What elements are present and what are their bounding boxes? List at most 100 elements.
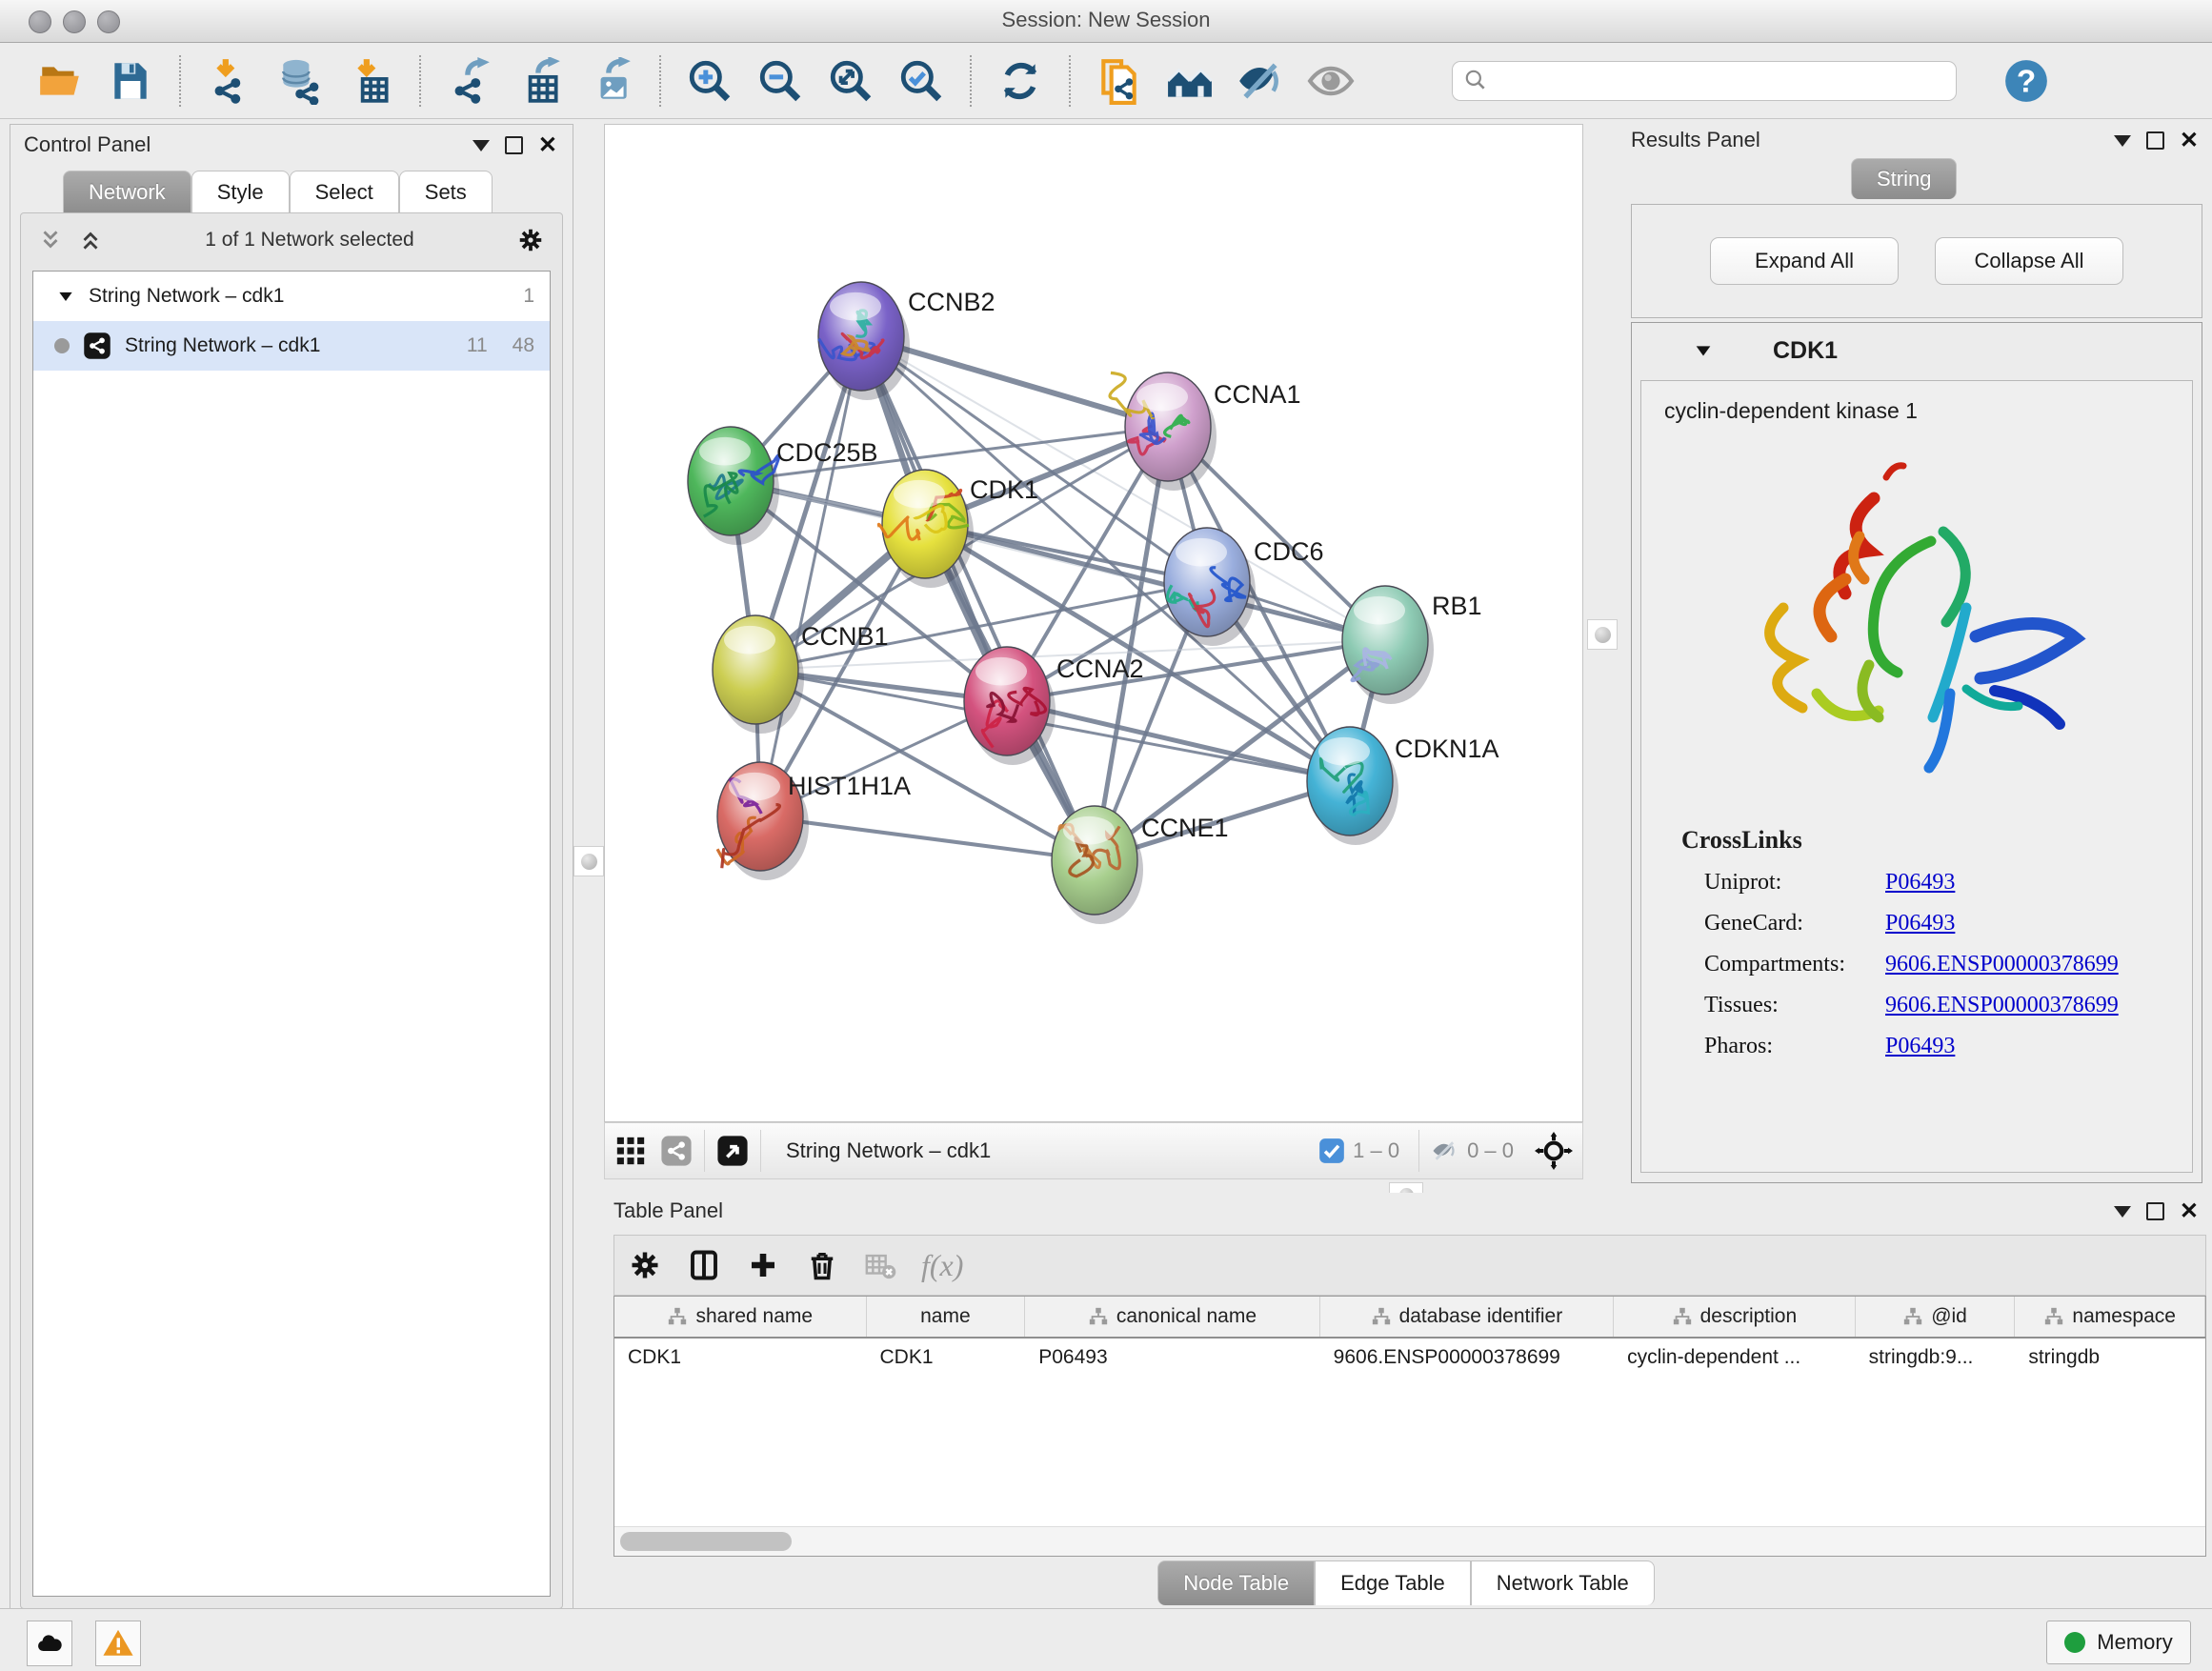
- tree-expand-triangle-icon[interactable]: [56, 287, 75, 306]
- show-all-button[interactable]: [1303, 53, 1358, 109]
- panel-menu-icon[interactable]: [473, 140, 490, 151]
- panel-close-icon[interactable]: ✕: [2180, 133, 2199, 148]
- export-image-button[interactable]: [583, 53, 638, 109]
- cell[interactable]: CDK1: [867, 1346, 1026, 1369]
- left-splitter-handle[interactable]: [573, 846, 604, 876]
- collapse-all-chevrons-icon[interactable]: [38, 228, 63, 252]
- crosslink-link[interactable]: 9606.ENSP00000378699: [1885, 993, 2119, 1018]
- panel-float-icon[interactable]: [505, 136, 523, 154]
- export-table-button[interactable]: [513, 53, 568, 109]
- panel-menu-icon[interactable]: [2114, 135, 2131, 147]
- cell[interactable]: stringdb:9...: [1856, 1346, 2016, 1369]
- status-bar: Memory: [0, 1608, 2212, 1671]
- protein-section-header[interactable]: CDK1: [1632, 323, 2202, 378]
- delete-column-trash-icon[interactable]: [805, 1248, 839, 1282]
- panel-float-icon[interactable]: [2146, 131, 2164, 150]
- first-neighbors-button[interactable]: [1162, 53, 1217, 109]
- cloud-status-button[interactable]: [27, 1621, 72, 1666]
- network-options-gear-icon[interactable]: [516, 226, 545, 254]
- network-canvas[interactable]: CCNB2CCNA1CDC25BCDK1CDC6RB1CCNB1CCNA2CDK…: [604, 124, 1583, 1122]
- column-header-description[interactable]: description: [1614, 1297, 1856, 1337]
- edge-CCNB2-HIST1H1A[interactable]: [760, 336, 861, 816]
- results-actions: Expand All Collapse All: [1631, 204, 2202, 318]
- cell[interactable]: 9606.ENSP00000378699: [1320, 1346, 1614, 1369]
- network-status-dot-icon: [54, 338, 70, 353]
- cell[interactable]: stringdb: [2015, 1346, 2205, 1369]
- show-columns-icon[interactable]: [687, 1248, 721, 1282]
- import-table-from-file-button[interactable]: [343, 53, 398, 109]
- selected-checkbox-icon[interactable]: [1318, 1137, 1345, 1164]
- open-folder-icon: [36, 57, 84, 105]
- memory-status-dot-icon: [2064, 1632, 2085, 1653]
- column-header-shared-name[interactable]: shared name: [614, 1297, 867, 1337]
- network-view-mode-icon[interactable]: [660, 1135, 693, 1167]
- column-header--id[interactable]: @id: [1856, 1297, 2016, 1337]
- add-column-icon[interactable]: [746, 1248, 780, 1282]
- tab-network[interactable]: Network: [63, 171, 191, 213]
- panel-close-icon[interactable]: ✕: [538, 138, 557, 152]
- crosslink-link[interactable]: P06493: [1885, 911, 1955, 936]
- network-row-selected[interactable]: String Network – cdk1 11 48: [33, 321, 550, 371]
- node-label-CDC6: CDC6: [1254, 537, 1324, 566]
- cell[interactable]: P06493: [1025, 1346, 1319, 1369]
- collection-label: String Network – cdk1: [89, 285, 498, 308]
- warnings-button[interactable]: [95, 1621, 141, 1666]
- right-splitter-handle[interactable]: [1587, 619, 1618, 650]
- table-options-gear-icon[interactable]: [628, 1248, 662, 1282]
- crosslink-label: Compartments:: [1704, 952, 1885, 977]
- edge-HIST1H1A-CCNE1[interactable]: [760, 816, 1095, 860]
- tab-edge-table[interactable]: Edge Table: [1315, 1560, 1471, 1605]
- crosslink-link[interactable]: P06493: [1885, 1034, 1955, 1059]
- column-header-canonical-name[interactable]: canonical name: [1025, 1297, 1319, 1337]
- collapse-all-button[interactable]: Collapse All: [1935, 237, 2123, 285]
- tab-sets[interactable]: Sets: [399, 171, 493, 213]
- panel-menu-icon[interactable]: [2114, 1206, 2131, 1218]
- import-network-from-database-button[interactable]: [272, 53, 328, 109]
- expand-all-button[interactable]: Expand All: [1710, 237, 1899, 285]
- search-input[interactable]: [1452, 61, 1957, 101]
- tab-node-table[interactable]: Node Table: [1157, 1560, 1315, 1605]
- scrollbar-thumb[interactable]: [620, 1532, 792, 1551]
- apply-preferred-layout-button[interactable]: [993, 53, 1048, 109]
- crosslinks-block: CrossLinks Uniprot:P06493GeneCard:P06493…: [1681, 826, 2192, 1059]
- grid-view-icon[interactable]: [614, 1135, 647, 1167]
- function-builder-icon[interactable]: f(x): [921, 1248, 963, 1283]
- open-session-button[interactable]: [32, 53, 88, 109]
- panel-close-icon[interactable]: ✕: [2180, 1204, 2199, 1218]
- section-collapse-triangle-icon[interactable]: [1693, 340, 1714, 361]
- tab-select[interactable]: Select: [290, 171, 399, 213]
- cell[interactable]: cyclin-dependent ...: [1614, 1346, 1856, 1369]
- memory-button[interactable]: Memory: [2046, 1621, 2191, 1664]
- network-view-title: String Network – cdk1: [786, 1138, 1318, 1163]
- crosslink-link[interactable]: 9606.ENSP00000378699: [1885, 952, 2119, 977]
- column-header-database-identifier[interactable]: database identifier: [1320, 1297, 1614, 1337]
- export-network-button[interactable]: [442, 53, 497, 109]
- node-table[interactable]: shared namenamecanonical namedatabase id…: [613, 1296, 2206, 1557]
- help-button[interactable]: ?: [1999, 53, 2054, 109]
- table-horizontal-scrollbar[interactable]: [614, 1526, 2205, 1556]
- column-header-namespace[interactable]: namespace: [2015, 1297, 2205, 1337]
- tab-string[interactable]: String: [1851, 158, 1957, 199]
- hide-selection-button[interactable]: [1233, 53, 1288, 109]
- tab-network-table[interactable]: Network Table: [1471, 1560, 1655, 1605]
- expand-all-chevrons-icon[interactable]: [78, 228, 103, 252]
- zoom-fit-button[interactable]: [823, 53, 878, 109]
- crosslink-link[interactable]: P06493: [1885, 870, 1955, 896]
- detach-view-icon[interactable]: [716, 1135, 749, 1167]
- zoom-selected-button[interactable]: [894, 53, 949, 109]
- save-session-button[interactable]: [103, 53, 158, 109]
- panel-float-icon[interactable]: [2146, 1202, 2164, 1220]
- tab-style[interactable]: Style: [191, 171, 290, 213]
- delete-table-icon[interactable]: [864, 1249, 896, 1281]
- zoom-in-button[interactable]: [682, 53, 737, 109]
- fit-selection-crosshair-icon[interactable]: [1535, 1132, 1573, 1170]
- network-collection-row[interactable]: String Network – cdk1 1: [33, 272, 550, 321]
- zoom-out-button[interactable]: [753, 53, 808, 109]
- new-network-from-selection-button[interactable]: [1092, 53, 1147, 109]
- cell[interactable]: CDK1: [614, 1346, 867, 1369]
- hidden-eye-slash-icon[interactable]: [1431, 1137, 1459, 1165]
- import-network-from-file-button[interactable]: [202, 53, 257, 109]
- table-row[interactable]: CDK1CDK1P064939606.ENSP00000378699cyclin…: [614, 1339, 2205, 1377]
- column-header-name[interactable]: name: [867, 1297, 1026, 1337]
- network-tree: String Network – cdk1 1 String Network –…: [32, 271, 551, 1597]
